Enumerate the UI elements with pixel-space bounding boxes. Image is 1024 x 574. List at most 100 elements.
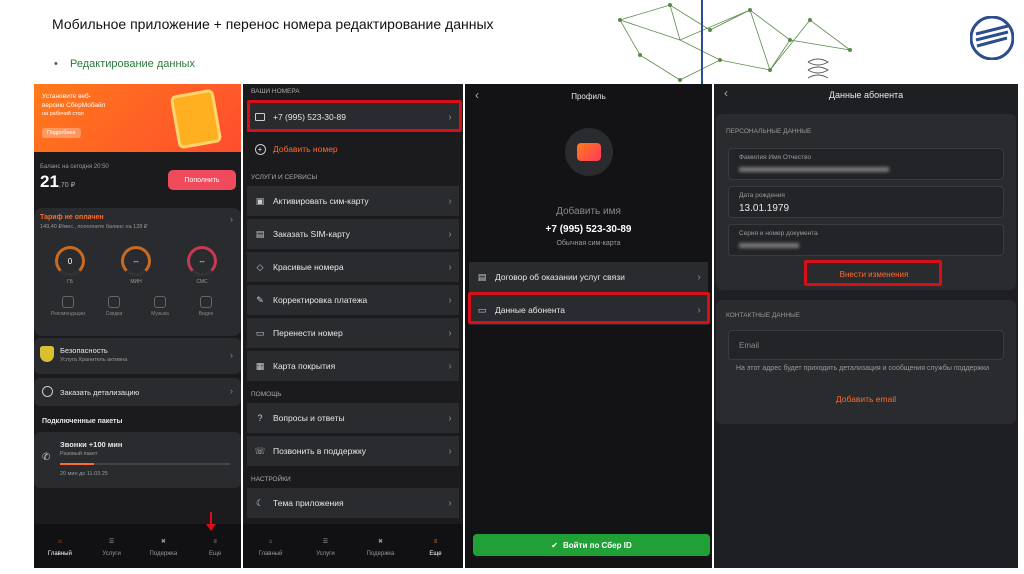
- service-label: Перенести номер: [273, 328, 343, 338]
- menu-service-row[interactable]: ▤ Заказать SIM-карту ›: [247, 219, 459, 249]
- gauge-ring-icon: --: [121, 246, 151, 276]
- menu-service-row[interactable]: ▣ Активировать сим-карту ›: [247, 186, 459, 216]
- chevron-right-icon: ›: [448, 195, 452, 207]
- field-document[interactable]: Серия и номер документа: [728, 224, 1004, 256]
- bullet-text: Редактирование данных: [70, 58, 195, 70]
- menu-service-row[interactable]: ◇ Красивые номера ›: [247, 252, 459, 282]
- chevron-right-icon: ›: [448, 497, 452, 509]
- highlight-edit-button: [804, 260, 942, 286]
- chart-pie-icon: [42, 386, 53, 397]
- tariff-card[interactable]: Тариф не оплачен 149,40 ₽/мес., пополнит…: [34, 208, 241, 336]
- promo-phone-icon: [169, 88, 223, 150]
- tab-more[interactable]: ≡ Еще: [408, 524, 463, 568]
- service-icon: ✎: [256, 294, 264, 305]
- menu-settings-row[interactable]: ☾ Тема приложения ›: [247, 488, 459, 518]
- plus-circle-icon: +: [247, 143, 273, 155]
- service-label: Корректировка платежа: [273, 295, 368, 305]
- gauge-ring-icon: --: [187, 246, 217, 276]
- packages-header: Подключенные пакеты: [42, 418, 123, 425]
- gauge-ring-icon: 0: [55, 246, 85, 276]
- chevron-right-icon: ›: [448, 327, 452, 339]
- tab-main[interactable]: ⌂ Главный: [34, 524, 86, 568]
- email-placeholder: Email: [739, 341, 760, 350]
- promo-details-button[interactable]: Подробнее: [42, 128, 81, 138]
- tab-label: Еще: [429, 550, 442, 557]
- support-icon: ✖: [160, 539, 166, 545]
- tab-support[interactable]: ✖ Подержка: [353, 524, 408, 568]
- section-services: УСЛУГИ И СЕРВИСЫ: [251, 174, 318, 181]
- add-email-button[interactable]: Добавить email: [716, 394, 1016, 404]
- profile-item-row[interactable]: ▤ Договор об оказании услуг связи ›: [469, 262, 708, 292]
- package-card[interactable]: ✆ Звонки +100 мин Разовый пакет 20 мин д…: [34, 432, 241, 488]
- menu-help-row[interactable]: ☏ Позвонить в поддержку ›: [247, 436, 459, 466]
- field-birthdate[interactable]: Дата рождения 13.01.1979: [728, 186, 1004, 218]
- package-footer: 20 мин до 11.03.25: [60, 471, 108, 477]
- chevron-right-icon: ›: [448, 261, 452, 273]
- service-shortcut[interactable]: Скидки: [92, 296, 136, 317]
- service-icon: ▭: [255, 327, 265, 338]
- sim-type: Обычная сим-карта: [556, 240, 621, 247]
- tab-services[interactable]: ☰ Услуги: [86, 524, 138, 568]
- support-icon: ✖: [377, 539, 384, 545]
- field-birthdate-value: 13.01.1979: [739, 203, 790, 214]
- profile-phone: +7 (995) 523-30-89: [545, 224, 632, 235]
- service-label: Активировать сим-карту: [273, 196, 369, 206]
- tab-services[interactable]: ☰ Услуги: [298, 524, 353, 568]
- help-label: Вопросы и ответы: [273, 413, 345, 423]
- counter-value: 0: [67, 256, 73, 266]
- detail-card[interactable]: Заказать детализацию ›: [34, 378, 241, 406]
- field-fullname[interactable]: Фамилия Имя Отчество: [728, 148, 1004, 180]
- tab-label: Еще: [209, 550, 222, 557]
- add-number-row[interactable]: + Добавить номер: [247, 134, 459, 164]
- menu-service-row[interactable]: ▦ Карта покрытия ›: [247, 351, 459, 381]
- counter-gauge: -- СМС: [182, 246, 222, 290]
- promo-line1: Установите веб-: [42, 93, 91, 100]
- service-shortcut-icon: [108, 296, 120, 308]
- topup-button[interactable]: Пополнить: [168, 170, 236, 190]
- highlight-phone-row: [247, 100, 462, 132]
- package-progress-track: [60, 463, 230, 465]
- tab-label: Услуги: [102, 550, 121, 557]
- email-input[interactable]: Email: [728, 330, 1004, 360]
- profile-title: Профиль: [571, 92, 606, 101]
- security-subtitle: Услуга Хранитель активна: [60, 357, 128, 363]
- promo-banner[interactable]: Установите веб- версию СберМобайл на раб…: [34, 84, 241, 152]
- tab-label: Подержка: [366, 550, 395, 557]
- tab-label: Главный: [47, 550, 72, 557]
- security-card[interactable]: Безопасность Услуга Хранитель активна ›: [34, 338, 241, 374]
- menu-service-row[interactable]: ▭ Перенести номер ›: [247, 318, 459, 348]
- service-shortcut[interactable]: Музыка: [138, 296, 182, 317]
- blurred-value: [739, 243, 799, 248]
- counter-value: --: [133, 256, 139, 266]
- service-shortcut[interactable]: Видео: [184, 296, 228, 317]
- sber-id-button[interactable]: ✔ Войти по Сбер ID: [473, 534, 710, 556]
- service-shortcut-label: Видео: [198, 311, 214, 317]
- balance-label: Баланс на сегодня 20:50: [40, 164, 109, 170]
- highlight-subscriber-row: [468, 292, 710, 324]
- menu-service-row[interactable]: ✎ Корректировка платежа ›: [247, 285, 459, 315]
- service-icon: ▦: [255, 360, 265, 371]
- settings-label: Тема приложения: [273, 498, 344, 508]
- service-shortcut-label: Музыка: [151, 311, 169, 317]
- add-name[interactable]: Добавить имя: [465, 206, 712, 217]
- tab-label: Главный: [258, 550, 283, 557]
- counters-row: 0 ГБ -- МИН -- СМС: [34, 246, 241, 290]
- menu-help-row[interactable]: ? Вопросы и ответы ›: [247, 403, 459, 433]
- section-settings: НАСТРОЙКИ: [251, 476, 291, 483]
- help-icon: ?: [257, 413, 263, 423]
- chevron-right-icon: ›: [448, 412, 452, 424]
- security-title: Безопасность: [60, 346, 108, 355]
- sber-id-label: Войти по Сбер ID: [562, 540, 632, 550]
- screen-home: Установите веб- версию СберМобайл на раб…: [34, 84, 241, 568]
- slide-bullet: • Редактирование данных: [54, 58, 195, 70]
- service-shortcut[interactable]: Рекомендации: [46, 296, 90, 317]
- subscriber-title: Данные абонента: [828, 90, 904, 100]
- tariff-title: Тариф не оплачен: [40, 214, 104, 221]
- package-subtitle: Разовый пакет: [60, 451, 98, 457]
- chevron-right-icon: ›: [448, 360, 452, 372]
- tab-main[interactable]: ⌂ Главный: [243, 524, 298, 568]
- tab-support[interactable]: ✖ Подержка: [138, 524, 190, 568]
- menu-icon: ≡: [433, 538, 438, 545]
- detail-label: Заказать детализацию: [60, 388, 140, 397]
- balance-int: 21: [40, 172, 59, 191]
